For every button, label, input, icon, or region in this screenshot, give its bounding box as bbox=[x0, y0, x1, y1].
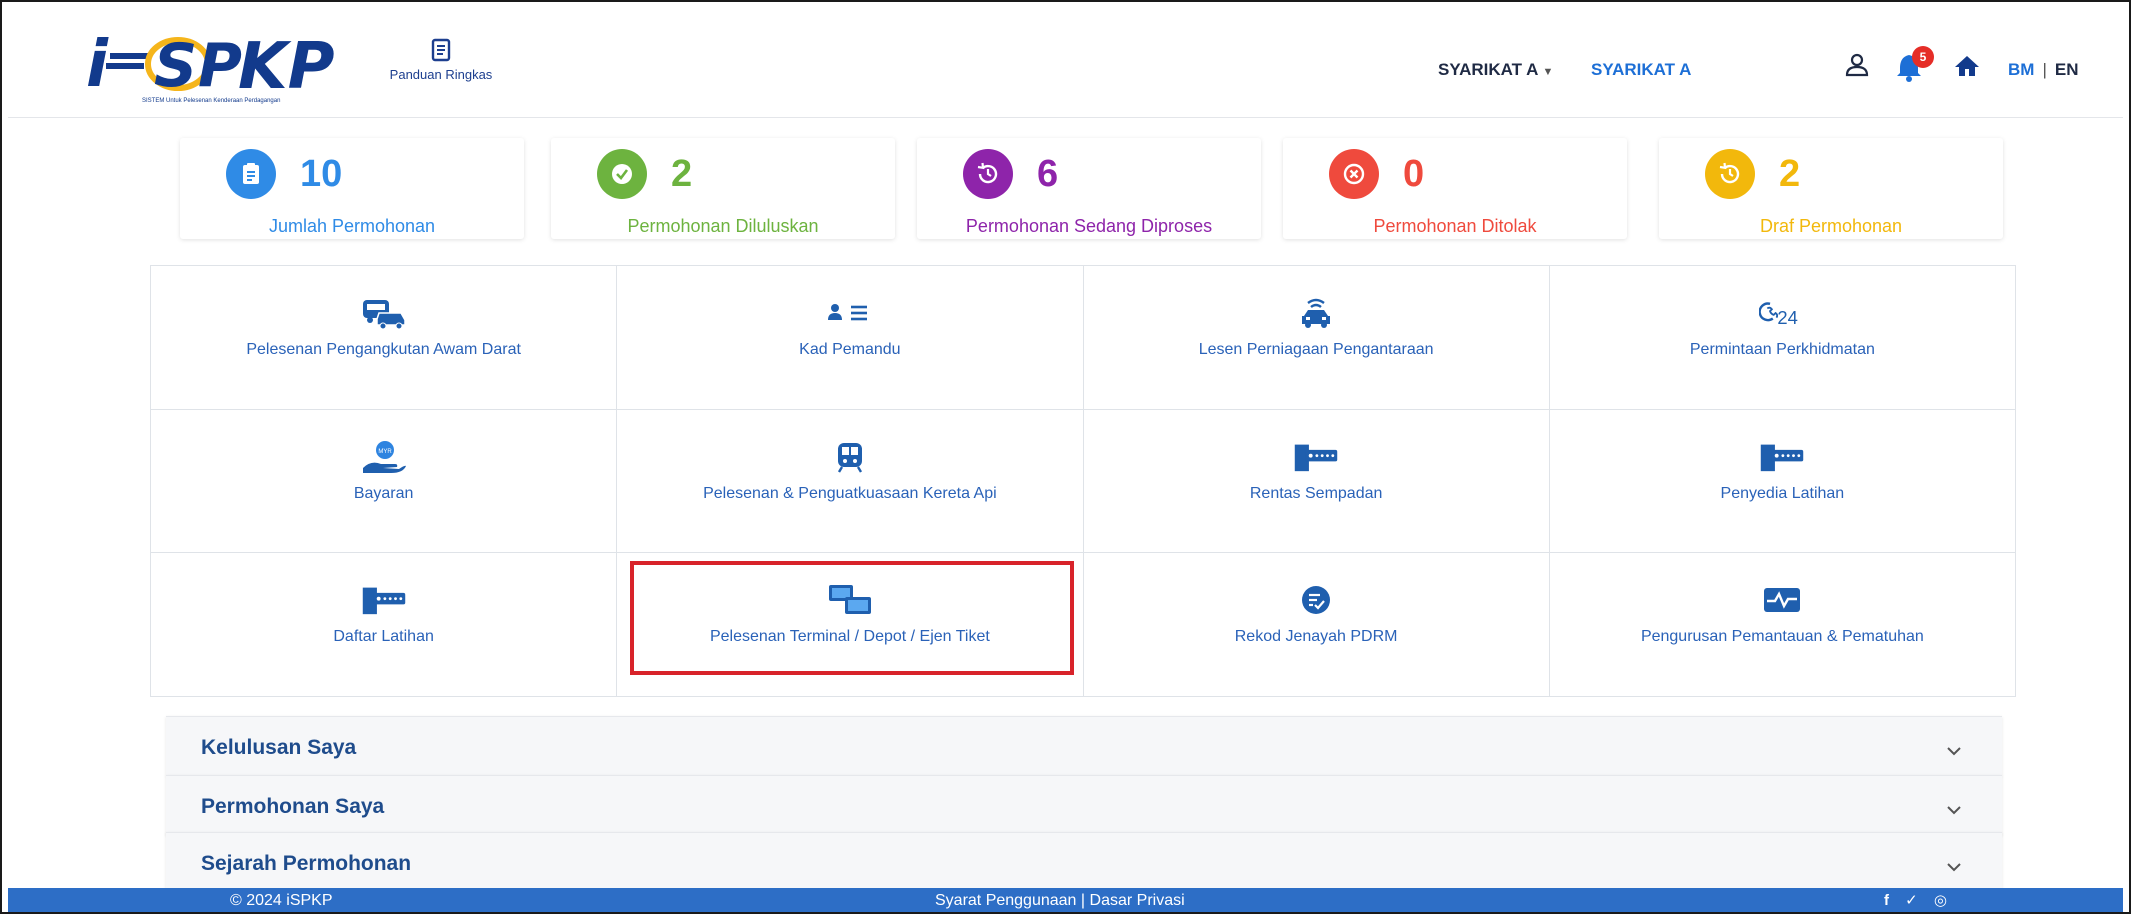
document-icon bbox=[431, 38, 451, 62]
service-tile[interactable]: Rekod Jenayah PDRM bbox=[1083, 553, 1550, 697]
accordion-item[interactable]: Kelulusan Saya bbox=[166, 716, 2002, 776]
service-label: Bayaran bbox=[353, 484, 414, 502]
home-icon[interactable] bbox=[1954, 54, 1980, 83]
ispkp-logo[interactable]: i S P KP SISTEM Untuk Pelesenan Kenderaa… bbox=[86, 28, 361, 106]
service-label: Daftar Latihan bbox=[333, 628, 434, 646]
terms-link[interactable]: Syarat Penggunaan bbox=[935, 892, 1076, 909]
chevron-down-icon[interactable] bbox=[1946, 859, 1962, 877]
service-tile[interactable]: Lesen Perniagaan Pengantaraan bbox=[1083, 266, 1550, 410]
stat-card[interactable]: 2 Draf Permohonan bbox=[1659, 138, 2003, 239]
stat-label: Permohonan Diluluskan bbox=[627, 216, 819, 236]
stat-label: Permohonan Sedang Diproses bbox=[965, 216, 1213, 236]
lang-en-link[interactable]: EN bbox=[2055, 60, 2079, 79]
stat-value: 0 bbox=[1403, 153, 1425, 195]
service-tile[interactable]: 24 Permintaan Perkhidmatan bbox=[1549, 266, 2016, 410]
history-icon bbox=[963, 149, 1013, 199]
record-check-icon bbox=[1293, 583, 1339, 617]
stat-label: Jumlah Permohonan bbox=[268, 216, 436, 236]
services-grid: Pelesenan Pengangkutan Awam Darat Kad Pem… bbox=[150, 265, 2016, 697]
door-password-icon bbox=[1759, 440, 1805, 474]
service-tile[interactable]: Pelesenan Pengangkutan Awam Darat bbox=[151, 266, 618, 410]
service-tile[interactable]: Pelesenan Terminal / Depot / Ejen Tiket bbox=[617, 553, 1084, 697]
chevron-down-icon[interactable] bbox=[1946, 802, 1962, 820]
accordion-item[interactable]: Sejarah Permohonan bbox=[166, 832, 2002, 892]
top-header: i S P KP SISTEM Untuk Pelesenan Kenderaa… bbox=[8, 8, 2123, 118]
stat-value: 6 bbox=[1037, 153, 1059, 195]
monitor-pulse-icon bbox=[1759, 583, 1805, 617]
privacy-link[interactable]: Dasar Privasi bbox=[1090, 892, 1185, 909]
panduan-label: Panduan Ringkas bbox=[389, 67, 493, 82]
service-label: Pelesenan & Penguatkuasaan Kereta Api bbox=[703, 484, 997, 502]
stat-card[interactable]: 2 Permohonan Diluluskan bbox=[551, 138, 895, 239]
history-icon bbox=[1705, 149, 1755, 199]
active-company-name: SYARIKAT A bbox=[1591, 60, 1692, 79]
driver-card-icon bbox=[827, 296, 873, 330]
service-label: Pelesenan Terminal / Depot / Ejen Tiket bbox=[709, 628, 990, 646]
service-tile[interactable]: Rentas Sempadan bbox=[1083, 409, 1550, 554]
stat-card[interactable]: 0 Permohonan Ditolak bbox=[1283, 138, 1627, 239]
service-label: Permintaan Perkhidmatan bbox=[1689, 341, 1875, 358]
service-label: Pengurusan Pemantauan & Pematuhan bbox=[1640, 628, 1924, 646]
cancel-icon bbox=[1329, 149, 1379, 199]
language-switcher: BM | EN bbox=[2008, 60, 2079, 80]
door-password-icon bbox=[1293, 440, 1339, 474]
service-tile[interactable]: MYR Bayaran bbox=[151, 409, 618, 554]
stat-value: 2 bbox=[671, 153, 693, 195]
connected-car-icon bbox=[1293, 296, 1339, 330]
service-tile[interactable]: Pengurusan Pemantauan & Pematuhan bbox=[1549, 553, 2016, 697]
footer-separator: | bbox=[1080, 892, 1086, 909]
logo-mark: i S P KP bbox=[86, 28, 335, 98]
check-icon bbox=[597, 149, 647, 199]
company-dropdown[interactable]: SYARIKAT A ▼ bbox=[1438, 60, 1553, 80]
svg-text:i: i bbox=[86, 28, 109, 98]
panduan-ringkas-link[interactable]: Panduan Ringkas bbox=[386, 38, 496, 98]
notification-badge: 5 bbox=[1912, 46, 1934, 68]
service-tile[interactable]: Kad Pemandu bbox=[617, 266, 1084, 410]
caret-down-icon: ▼ bbox=[1542, 66, 1554, 78]
stat-card[interactable]: 10 Jumlah Permohonan bbox=[180, 138, 524, 239]
service-tile[interactable]: Penyedia Latihan bbox=[1549, 409, 2016, 554]
stat-value: 2 bbox=[1779, 153, 1801, 195]
accordion-title: Kelulusan Saya bbox=[201, 736, 357, 759]
stat-value: 10 bbox=[300, 153, 343, 195]
stat-label: Permohonan Ditolak bbox=[1373, 216, 1537, 236]
service-label: Penyedia Latihan bbox=[1720, 484, 1845, 502]
accordion-title: Sejarah Permohonan bbox=[201, 852, 412, 875]
svg-text:MYR: MYR bbox=[378, 449, 392, 455]
svg-text:24: 24 bbox=[1778, 307, 1798, 328]
footer-links: Syarat Penggunaan | Dasar Privasi bbox=[935, 892, 1185, 910]
svg-text:KP: KP bbox=[238, 30, 335, 98]
company-dropdown-label: SYARIKAT A bbox=[1438, 60, 1539, 79]
chevron-down-icon[interactable] bbox=[1946, 743, 1962, 761]
user-icon[interactable] bbox=[1844, 52, 1870, 83]
clipboard-icon bbox=[226, 149, 276, 199]
service-label: Pelesenan Pengangkutan Awam Darat bbox=[246, 341, 521, 358]
svg-text:S: S bbox=[154, 31, 197, 98]
service-tile[interactable]: Daftar Latihan bbox=[151, 553, 618, 697]
train-icon bbox=[827, 440, 873, 474]
payment-hand-icon: MYR bbox=[361, 440, 407, 474]
door-password-icon bbox=[361, 583, 407, 617]
service-tile[interactable]: Pelesenan & Penguatkuasaan Kereta Api bbox=[617, 409, 1084, 554]
logo-subtitle: SISTEM Untuk Pelesenan Kenderaan Perdaga… bbox=[142, 98, 281, 104]
social-icons[interactable]: f ✓ ◎ bbox=[1884, 891, 1953, 909]
service-label: Lesen Perniagaan Pengantaraan bbox=[1198, 341, 1434, 358]
service-label: Rentas Sempadan bbox=[1249, 484, 1383, 502]
lang-separator: | bbox=[2042, 60, 2047, 79]
stat-label: Draf Permohonan bbox=[1759, 216, 1903, 236]
accordion-item[interactable]: Permohonan Saya bbox=[166, 775, 2002, 835]
stat-card[interactable]: 6 Permohonan Sedang Diproses bbox=[917, 138, 1261, 239]
page-footer: © 2024 iSPKP Syarat Penggunaan | Dasar P… bbox=[8, 888, 2123, 914]
service-label: Kad Pemandu bbox=[799, 341, 901, 358]
terminal-screens-icon bbox=[827, 583, 873, 617]
lang-bm-link[interactable]: BM bbox=[2008, 60, 2034, 79]
svg-text:P: P bbox=[198, 31, 242, 98]
copyright-text: © 2024 iSPKP bbox=[230, 892, 333, 909]
accordion-title: Permohonan Saya bbox=[201, 795, 385, 818]
support-24-icon: 24 bbox=[1759, 296, 1805, 330]
bus-car-icon bbox=[361, 296, 407, 330]
service-label: Rekod Jenayah PDRM bbox=[1234, 628, 1398, 646]
